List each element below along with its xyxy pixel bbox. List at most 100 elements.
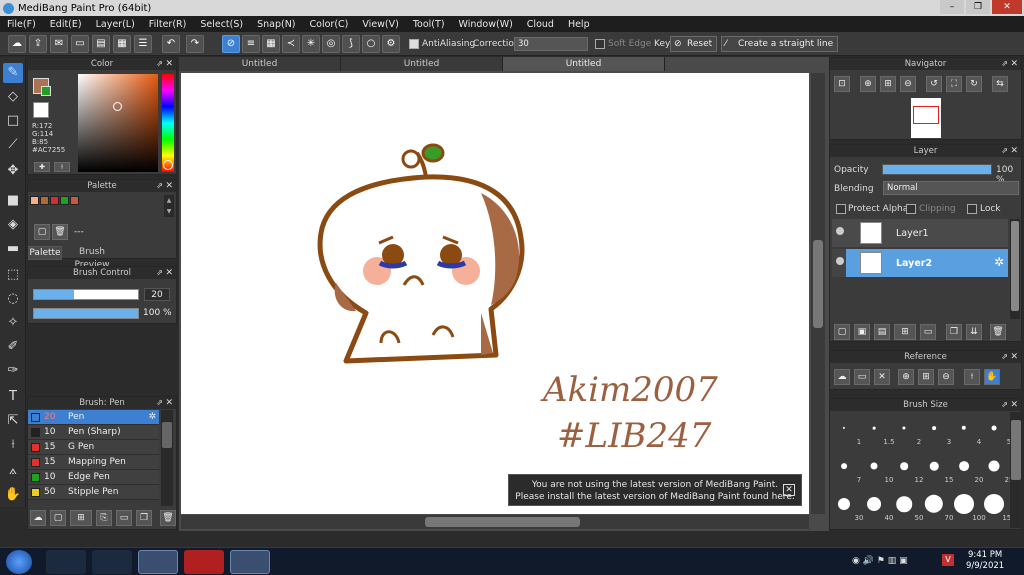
palette-swatch[interactable] (60, 196, 69, 205)
saturation-value-picker[interactable] (78, 74, 158, 172)
menu-view[interactable]: View(V) (355, 19, 405, 30)
grid-snap-icon[interactable]: ▦ (262, 35, 280, 53)
brush-opacity-slider[interactable] (33, 308, 139, 319)
magic-wand-tool-icon[interactable]: ✧ (3, 313, 23, 333)
reference-zoom-in-icon[interactable]: ⊕ (898, 369, 914, 385)
brush-size-option[interactable]: 1.5 (859, 416, 895, 446)
zoom-fit-icon[interactable]: ⊡ (834, 76, 850, 92)
new-halftone-layer-icon[interactable]: ▣ (854, 324, 870, 340)
close-icon[interactable]: ✕ (1010, 145, 1018, 157)
close-icon[interactable]: ✕ (165, 58, 173, 70)
new-8bit-layer-icon[interactable]: ▤ (874, 324, 890, 340)
chat-icon[interactable]: ▭ (71, 35, 89, 53)
select-pen-tool-icon[interactable]: ✐ (3, 337, 23, 357)
radial-snap-icon[interactable]: ✳ (302, 35, 320, 53)
ellipse-snap-icon[interactable]: ○ (362, 35, 380, 53)
undock-icon[interactable]: ⇗ (1001, 351, 1008, 363)
brush-size-option[interactable]: 12 (889, 454, 923, 484)
layer-opacity-slider[interactable] (882, 164, 992, 175)
explorer-taskbar-icon[interactable] (92, 550, 132, 574)
color-picker-cursor[interactable] (113, 102, 122, 111)
menu-help[interactable]: Help (561, 19, 597, 30)
add-color-icon[interactable]: ✚ (34, 162, 50, 172)
brush-size-option[interactable]: 10 (859, 454, 893, 484)
gradient-tool-icon[interactable]: ▬ (3, 239, 23, 259)
select-eraser-tool-icon[interactable]: ✑ (3, 361, 23, 381)
brush-size-option[interactable]: 30 (829, 492, 863, 522)
new-layer-icon[interactable]: ▢ (834, 324, 850, 340)
rotate-right-icon[interactable]: ↻ (966, 76, 982, 92)
horizontal-scroll-thumb[interactable] (425, 517, 580, 527)
tab-document-1[interactable]: Untitled (179, 57, 341, 71)
circle-snap-icon[interactable]: ◎ (322, 35, 340, 53)
close-icon[interactable]: ✕ (165, 267, 173, 279)
menu-window[interactable]: Window(W) (452, 19, 520, 30)
brush-item-mapping-pen[interactable]: 15 Mapping Pen (28, 455, 159, 470)
settings-icon[interactable]: ⚙ (382, 35, 400, 53)
eye-icon[interactable] (836, 257, 844, 265)
straight-line-button[interactable]: ⁄ Create a straight line (721, 36, 839, 52)
close-icon[interactable]: ✕ (165, 397, 173, 409)
lasso-tool-icon[interactable]: ◌ (3, 289, 23, 309)
brush-item-pen-sharp[interactable]: 10 Pen (Sharp) (28, 425, 159, 440)
list-icon[interactable]: ☰ (134, 35, 152, 53)
brush-size-option[interactable]: 70 (919, 492, 953, 522)
shape-tool-icon[interactable]: □ (3, 111, 23, 131)
blending-select[interactable]: Normal (883, 181, 1019, 195)
brush-size-option[interactable]: 40 (859, 492, 893, 522)
eraser-tool-icon[interactable]: ◇ (3, 87, 23, 107)
comment-icon[interactable]: ✉ (50, 35, 68, 53)
delete-layer-icon[interactable]: 🗑 (990, 324, 1006, 340)
material-icon[interactable]: ▦ (113, 35, 131, 53)
eyedropper-tool-icon[interactable]: ⟊ (3, 435, 23, 455)
palette-swatch[interactable] (50, 196, 59, 205)
close-icon[interactable]: ✕ (1010, 351, 1018, 363)
bucket-tool-icon[interactable]: ◈ (3, 215, 23, 235)
brush-size-scrollbar[interactable] (1010, 412, 1022, 528)
tray-icons[interactable]: ◉ 🔊 ⚑ ▥ ▣ (852, 556, 908, 566)
brush-folder-icon[interactable]: ▭ (116, 510, 132, 526)
brush-size-option[interactable]: 1 (829, 416, 861, 446)
brush-size-option[interactable]: 5 (979, 416, 1011, 446)
palette-swatch[interactable] (70, 196, 79, 205)
menu-snap[interactable]: Snap(N) (250, 19, 302, 30)
brush-duplicate-icon[interactable]: ❐ (136, 510, 152, 526)
pen-tool-icon[interactable]: ✎ (3, 63, 23, 83)
brush-add-icon[interactable]: ⊞ (70, 510, 92, 526)
minimize-button[interactable]: – (940, 0, 964, 14)
chrome-taskbar-icon[interactable] (138, 550, 178, 574)
reference-fit-icon[interactable]: ⊞ (918, 369, 934, 385)
eyedrop-color-icon[interactable]: ⟊ (54, 162, 70, 172)
protect-alpha-checkbox[interactable] (836, 204, 846, 214)
brush-size-option[interactable]: 150 (979, 492, 1016, 522)
brush-list-scrollbar[interactable] (161, 410, 173, 506)
clipping-checkbox[interactable] (906, 204, 916, 214)
brush-size-option[interactable]: 25 (979, 454, 1013, 484)
undock-icon[interactable]: ⇗ (1001, 399, 1008, 411)
flip-icon[interactable]: ⇆ (992, 76, 1008, 92)
brush-size-slider[interactable] (33, 289, 139, 300)
clock[interactable]: 9:41 PM 9/9/2021 (966, 550, 1004, 572)
reference-cloud-icon[interactable]: ☁ (834, 369, 850, 385)
brush-size-option[interactable]: 3 (919, 416, 951, 446)
parallel-snap-icon[interactable]: ≡ (242, 35, 260, 53)
antivirus-tray-icon[interactable]: V (942, 554, 954, 566)
reference-zoom-out-icon[interactable]: ⊖ (938, 369, 954, 385)
reset-button[interactable]: ⊘ Reset (670, 36, 718, 52)
cloud-icon[interactable]: ☁ (8, 35, 26, 53)
share-icon[interactable]: ⇪ (29, 35, 47, 53)
gear-icon[interactable]: ✲ (148, 410, 156, 425)
move-tool-icon[interactable]: ✥ (3, 161, 23, 181)
undock-icon[interactable]: ⇗ (156, 180, 163, 192)
close-button[interactable]: ✕ (992, 0, 1022, 14)
layer-row[interactable]: Layer1 (832, 219, 1008, 247)
palette-swatch[interactable] (40, 196, 49, 205)
brush-item-g-pen[interactable]: 15 G Pen (28, 440, 159, 455)
brush-cloud-icon[interactable]: ☁ (30, 510, 46, 526)
layer-settings-gear-icon[interactable]: ✲ (994, 255, 1004, 269)
brush-copy-icon[interactable]: ⎘ (96, 510, 112, 526)
brush-size-option[interactable]: 2 (889, 416, 921, 446)
new-palette-icon[interactable]: ▢ (34, 224, 50, 240)
antialiasing-checkbox[interactable] (409, 39, 419, 49)
snap-off-icon[interactable]: ⊘ (222, 35, 240, 53)
